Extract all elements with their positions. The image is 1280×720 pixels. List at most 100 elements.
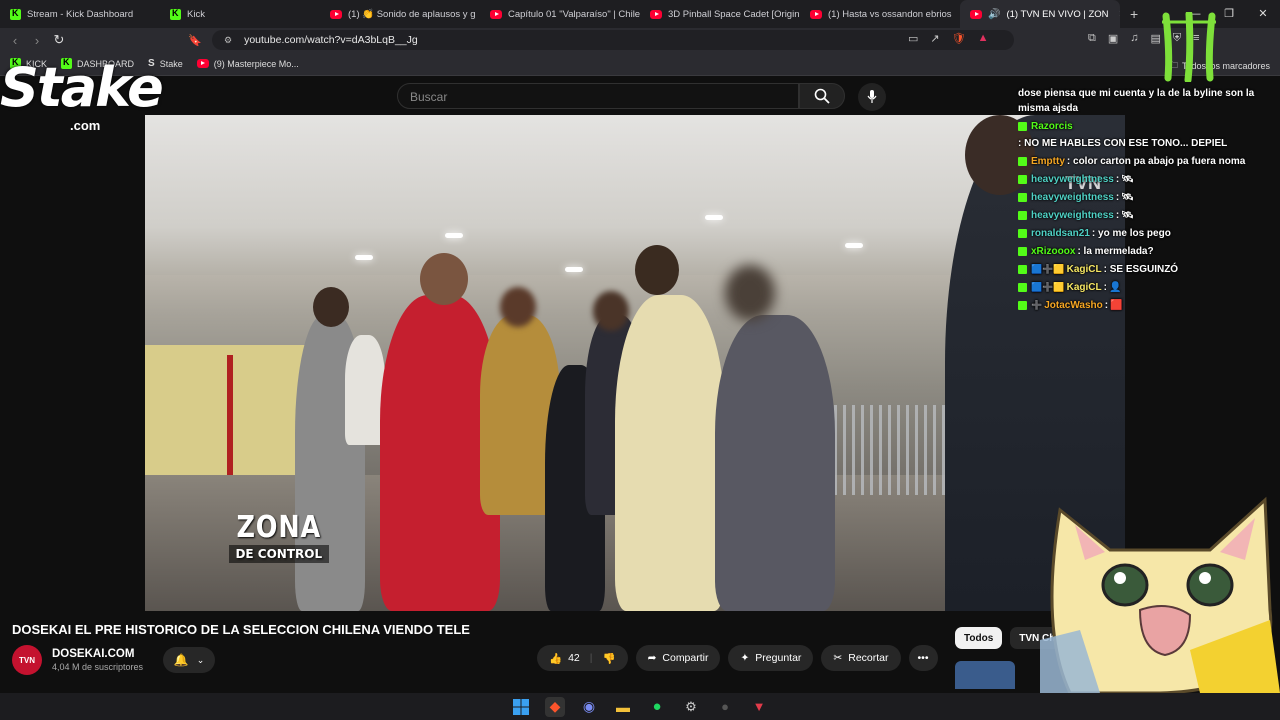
more-actions-button[interactable]: ••• <box>908 645 938 671</box>
share-button[interactable]: ➦ Compartir <box>635 645 721 671</box>
chip-todos[interactable]: Todos <box>955 627 1003 649</box>
microphone-icon <box>867 90 877 103</box>
kick-badge-icon <box>1018 157 1027 166</box>
chat-text: dose piensa que mi cuenta y la de la byl… <box>1018 88 1255 114</box>
chat-username: JotacWasho <box>1044 300 1103 311</box>
de-control-text: DE CONTROL <box>229 545 329 563</box>
speaker-icon: 🔊 <box>988 8 1001 20</box>
related-video-thumbnail[interactable] <box>955 661 1015 689</box>
brave-browser-icon[interactable]: ◆ <box>545 696 565 717</box>
notification-bell-button[interactable]: 🔔 ⌄ <box>163 647 216 673</box>
blurred-head <box>593 291 629 331</box>
file-explorer-icon[interactable]: ▬ <box>613 697 633 717</box>
forward-icon[interactable]: › <box>26 33 48 48</box>
bookmark-masterpiece[interactable]: (9) Masterpiece Mo... <box>196 59 299 69</box>
close-window-icon[interactable]: ✕ <box>1246 0 1280 28</box>
vtuber-cat-avatar <box>1040 496 1280 693</box>
media-icon[interactable]: ♫ <box>1130 32 1138 45</box>
tab-hasta-ossandon[interactable]: (1) Hasta vs ossandon ebrios <box>800 0 960 28</box>
new-tab-button[interactable]: + <box>1120 6 1148 22</box>
chat-message: ronaldsan21 : yo me los pego <box>1018 226 1263 241</box>
sidebar-icon[interactable]: ▣ <box>1108 32 1118 45</box>
chat-message: 🟦➕🟨 KagiCL : 👤 <box>1018 280 1263 295</box>
ceiling-light <box>445 233 463 238</box>
video-player[interactable]: TVN ZONA DE CONTROL <box>145 115 1125 611</box>
browser-toolbar: ‹ › ↻ 🔖 ⚙ youtube.com/watch?v=dA3bLqB__J… <box>0 28 1280 52</box>
sub-badge-icon: 🟦➕🟨 <box>1031 282 1065 292</box>
address-bar[interactable]: ⚙ youtube.com/watch?v=dA3bLqB__Jg <box>212 30 1014 50</box>
clip-button[interactable]: ✂ Recortar <box>821 645 901 671</box>
search-input[interactable]: Buscar <box>397 83 799 109</box>
chat-text: : la mermelada? <box>1077 246 1154 257</box>
bookmarks-bar: KICK DASHBOARD S Stake (9) Masterpiece M… <box>0 52 1280 76</box>
tab-title: 3D Pinball Space Cadet [Origin <box>668 8 800 20</box>
blurred-head <box>500 287 536 327</box>
close-tab-icon[interactable]: ✕ <box>1119 9 1120 20</box>
tab-kick[interactable]: Kick <box>160 0 320 28</box>
ceiling-light <box>355 255 373 260</box>
vpn-app-icon[interactable]: ▼ <box>749 697 769 717</box>
person-gray <box>715 315 835 611</box>
bookmark-icon[interactable]: 🔖 <box>184 34 206 47</box>
cast-icon[interactable]: ▭ <box>908 32 918 45</box>
kick-badge-icon <box>1018 283 1027 292</box>
person-head <box>313 287 349 327</box>
voice-search-button[interactable] <box>858 83 886 111</box>
stake-logo-overlay: Stake .com <box>0 56 180 136</box>
ask-button[interactable]: ✦ Preguntar <box>728 645 814 671</box>
back-icon[interactable]: ‹ <box>4 33 26 48</box>
search-icon <box>814 88 830 104</box>
youtube-icon <box>330 9 342 19</box>
person-head <box>420 253 468 305</box>
person-cream-hoodie <box>615 295 725 611</box>
spotify-icon[interactable]: ● <box>647 697 667 717</box>
kick-badge-icon <box>1018 229 1027 238</box>
windows-logo-icon <box>513 698 529 715</box>
emote-icon: 🛰 <box>1121 192 1134 203</box>
sub-badge-icon: 🟦➕🟨 <box>1031 264 1065 274</box>
chat-message: heavyweightness : 🛰 <box>1018 208 1263 223</box>
windows-start-icon[interactable] <box>511 697 531 717</box>
sparkle-icon: ✦ <box>740 652 750 664</box>
chat-message: Razorcis : NO ME HABLES CON ESE TONO... … <box>1018 119 1263 151</box>
emote-icon: 👤 <box>1108 282 1122 293</box>
tab-title: (1) TVN EN VIVO | ZON <box>1006 8 1109 20</box>
search-button[interactable] <box>799 83 845 109</box>
chat-text: : <box>1115 210 1120 221</box>
divider: | <box>589 652 593 664</box>
tab-pinball[interactable]: 3D Pinball Space Cadet [Origin <box>640 0 800 28</box>
like-button[interactable]: 👍 42 | 👎 <box>537 645 628 671</box>
site-info-icon[interactable]: ⚙ <box>224 35 232 46</box>
extensions-icon[interactable]: ⧉ <box>1088 32 1096 45</box>
obs-icon[interactable]: ● <box>715 697 735 717</box>
channel-avatar[interactable]: TVN <box>12 645 42 675</box>
chat-username: Emptty <box>1031 156 1065 167</box>
tab-kick-dashboard[interactable]: Stream - Kick Dashboard <box>0 0 160 28</box>
tab-title: Kick <box>187 8 205 20</box>
stake-com-text: .com <box>70 118 101 133</box>
tab-tvn-en-vivo[interactable]: 🔊 (1) TVN EN VIVO | ZON ✕ <box>960 0 1120 28</box>
reload-icon[interactable]: ↻ <box>48 32 70 48</box>
tab-valparaiso[interactable]: Capítulo 01 "Valparaíso" | Chile <box>480 0 640 28</box>
chat-username: heavyweightness <box>1031 174 1114 185</box>
emote-icon: 🛰 <box>1121 174 1134 185</box>
app-icon[interactable]: ⚙ <box>681 697 701 717</box>
thumbs-down-icon[interactable]: 👎 <box>603 652 616 665</box>
brave-rewards-icon[interactable]: ▲ <box>978 32 989 45</box>
kick-badge-icon <box>1018 265 1027 274</box>
tab-aplausos[interactable]: (1) 👏 Sonido de aplausos y g <box>320 0 480 28</box>
ceiling-light <box>845 243 863 248</box>
brave-shields-icon[interactable]: 🛡 <box>952 32 966 45</box>
chat-text: : <box>1104 300 1109 311</box>
kick-badge-icon <box>1018 247 1027 256</box>
chat-username: heavyweightness <box>1031 192 1114 203</box>
chat-username: heavyweightness <box>1031 210 1114 221</box>
chat-text: : yo me los pego <box>1091 228 1171 239</box>
chat-text: : <box>1115 174 1120 185</box>
share-arrow-icon: ➦ <box>647 652 657 664</box>
subscriber-count: 4,04 M de suscriptores <box>52 662 144 672</box>
discord-icon[interactable]: ◉ <box>579 697 599 717</box>
share-icon[interactable]: ↗ <box>930 32 939 45</box>
monster-energy-logo <box>1162 12 1216 82</box>
channel-name[interactable]: DOSEKAI.COM <box>52 648 143 660</box>
